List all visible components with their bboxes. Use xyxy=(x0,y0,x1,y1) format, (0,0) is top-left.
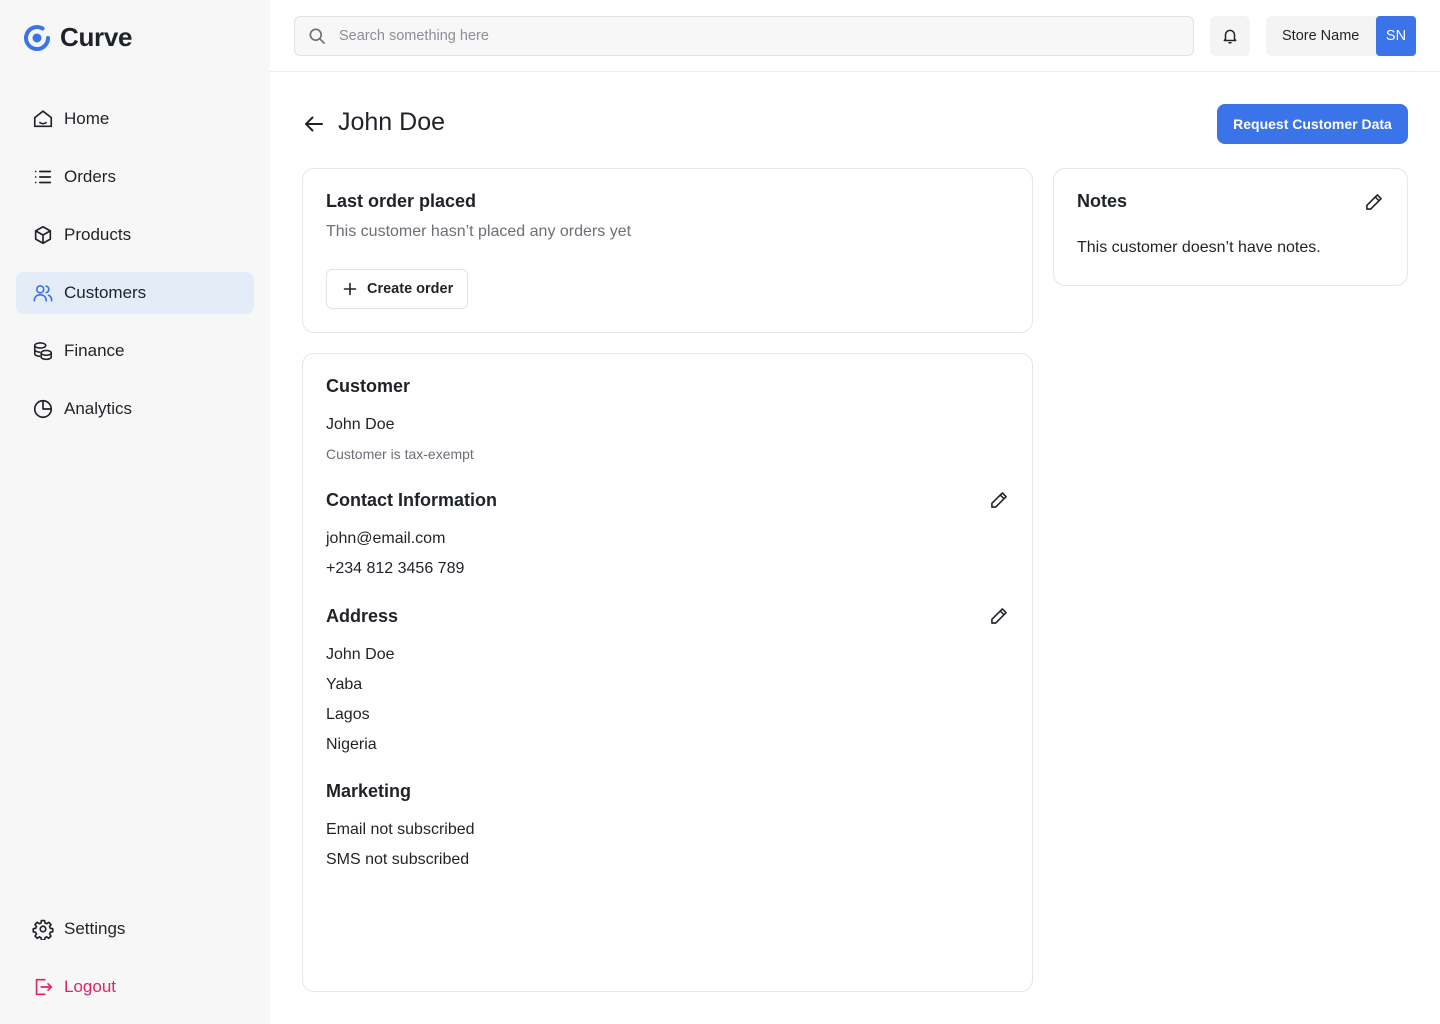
logout-label: Logout xyxy=(64,977,116,996)
sidebar-item-label: Customers xyxy=(64,283,147,302)
notifications-button[interactable] xyxy=(1210,16,1250,56)
last-order-message: This customer hasn’t placed any orders y… xyxy=(326,223,632,240)
search-bar[interactable] xyxy=(294,16,1194,56)
notes-card: Notes This customer doesn’t have notes. xyxy=(1053,168,1408,286)
sidebar-item-products[interactable]: Products xyxy=(16,214,254,256)
create-order-button[interactable]: Create order xyxy=(326,269,468,309)
search-icon xyxy=(309,28,325,44)
edit-notes-icon[interactable] xyxy=(1364,192,1384,212)
marketing-title: Marketing xyxy=(326,781,412,801)
sidebar-nav: Home Orders Products Customers Finance A… xyxy=(16,98,254,446)
store-name: Store Name xyxy=(1282,28,1360,44)
notes-title: Notes xyxy=(1077,191,1128,211)
search-input[interactable] xyxy=(339,28,1159,44)
back-arrow-icon[interactable] xyxy=(302,112,326,136)
logo[interactable]: Curve xyxy=(22,22,133,53)
marketing-sms-status: SMS not subscribed xyxy=(326,851,470,868)
sidebar-item-home[interactable]: Home xyxy=(16,98,254,140)
edit-contact-icon[interactable] xyxy=(989,490,1009,510)
sidebar-item-logout[interactable]: Logout xyxy=(16,966,254,1008)
coins-icon xyxy=(33,342,53,361)
logo-text: Curve xyxy=(60,22,133,52)
notes-message: This customer doesn’t have notes. xyxy=(1077,239,1321,256)
sidebar-item-analytics[interactable]: Analytics xyxy=(16,388,254,430)
address-line: Lagos xyxy=(326,706,370,723)
box-icon xyxy=(34,225,52,245)
contact-phone: +234 812 3456 789 xyxy=(326,560,465,577)
avatar: SN xyxy=(1376,16,1416,56)
sidebar-item-customers[interactable]: Customers xyxy=(16,272,254,314)
sidebar-bottom-nav: Settings Logout xyxy=(16,908,254,1024)
sidebar-item-label: Finance xyxy=(64,341,125,360)
plus-icon xyxy=(343,282,357,296)
sidebar-item-orders[interactable]: Orders xyxy=(16,156,254,198)
customer-name: John Doe xyxy=(326,416,395,433)
address-title: Address xyxy=(326,606,399,626)
edit-address-icon[interactable] xyxy=(989,606,1009,626)
users-icon xyxy=(33,285,53,302)
last-order-card: Last order placed This customer hasn’t p… xyxy=(302,168,1033,333)
sidebar-item-label: Home xyxy=(64,109,110,128)
last-order-title: Last order placed xyxy=(326,191,477,211)
sidebar-item-label: Orders xyxy=(64,167,116,186)
create-order-label: Create order xyxy=(367,281,454,297)
address-line: Nigeria xyxy=(326,736,377,753)
store-switcher[interactable]: Store Name SN xyxy=(1266,16,1416,56)
pie-chart-icon xyxy=(33,399,53,419)
list-icon xyxy=(34,170,52,184)
sidebar: Curve Home Orders Products Customers Fin… xyxy=(0,0,270,1024)
sidebar-item-label: Products xyxy=(64,225,132,244)
sidebar-item-label: Analytics xyxy=(64,399,133,418)
marketing-email-status: Email not subscribed xyxy=(326,821,475,838)
address-line: Yaba xyxy=(326,676,363,693)
topbar: Store Name SN xyxy=(270,0,1440,72)
address-line: John Doe xyxy=(326,646,395,663)
home-icon xyxy=(33,110,53,128)
customer-tax-note: Customer is tax-exempt xyxy=(326,446,474,462)
bell-icon xyxy=(1223,29,1237,44)
gear-icon xyxy=(32,919,54,940)
page-title: John Doe xyxy=(338,108,446,136)
contact-email: john@email.com xyxy=(326,530,446,547)
logout-icon xyxy=(35,978,53,996)
customer-title: Customer xyxy=(326,376,411,396)
customer-card: Customer John Doe Customer is tax-exempt… xyxy=(302,353,1033,992)
sidebar-item-settings[interactable]: Settings xyxy=(16,908,254,950)
curve-logo-icon xyxy=(24,24,50,51)
request-customer-data-button[interactable]: Request Customer Data xyxy=(1217,104,1408,144)
contact-title: Contact Information xyxy=(326,490,497,510)
sidebar-item-finance[interactable]: Finance xyxy=(16,330,254,372)
settings-label: Settings xyxy=(64,919,126,938)
